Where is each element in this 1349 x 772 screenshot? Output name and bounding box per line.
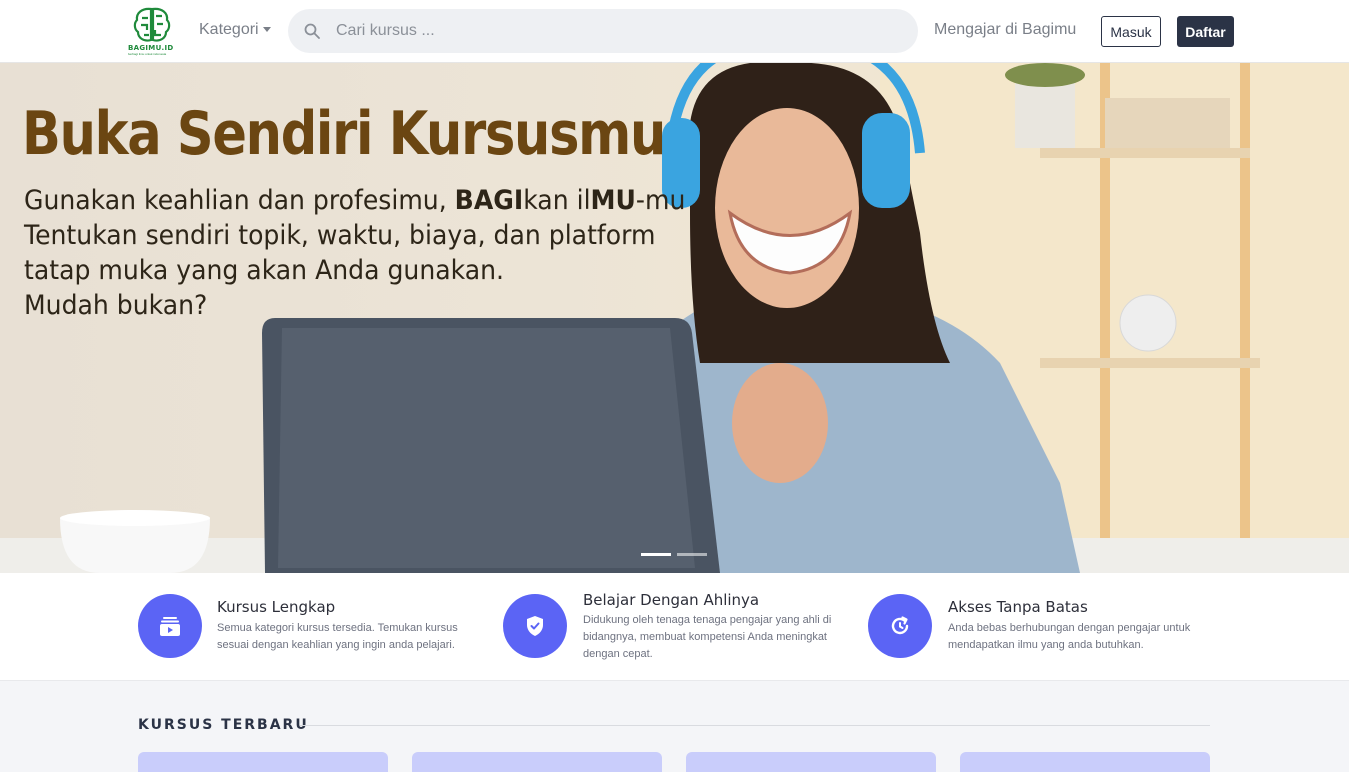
hero-line-1-part: -mu: [635, 185, 686, 216]
navbar: BAGIMU.ID berbagi ilmu untuk indonesia K…: [0, 0, 1349, 63]
hero-line-3: tatap muka yang akan Anda gunakan.: [24, 255, 505, 286]
course-card[interactable]: [138, 752, 388, 772]
course-card[interactable]: [412, 752, 662, 772]
logo[interactable]: BAGIMU.ID berbagi ilmu untuk indonesia: [128, 6, 176, 56]
feature-description: Anda bebas berhubungan dengan pengajar u…: [948, 622, 1191, 651]
search-input[interactable]: [336, 9, 896, 53]
hero-line-1: Gunakan keahlian dan profesimu, BAGIkan …: [24, 183, 685, 218]
logo-text: BAGIMU.ID: [128, 44, 174, 52]
feature-icon-circle: [868, 594, 932, 658]
hero-line-1-bold: MU: [590, 185, 636, 216]
feature-description: Semua kategori kursus tersedia. Temukan …: [217, 622, 458, 651]
feature-title: Kursus Lengkap: [217, 598, 336, 616]
hero-line-4: Mudah bukan?: [24, 290, 208, 321]
course-stack-icon: [160, 617, 180, 636]
hero-line-1-part: kan il: [523, 185, 591, 216]
section-title: KURSUS TERBARU: [138, 717, 309, 733]
carousel-indicators: [641, 543, 713, 561]
search-bar: [288, 9, 918, 53]
masuk-button[interactable]: Masuk: [1101, 16, 1161, 47]
feature-icon-circle: [138, 594, 202, 658]
brain-logo-icon: [133, 7, 171, 42]
carousel-indicator-1[interactable]: [641, 553, 671, 556]
hero-carousel: Buka Sendiri Kursusmu Gunakan keahlian d…: [0, 63, 1349, 573]
search-icon: [304, 23, 320, 39]
refresh-clock-icon: [891, 616, 909, 635]
feature-title: Akses Tanpa Batas: [948, 598, 1088, 616]
kategori-label: Kategori: [199, 21, 259, 38]
kategori-dropdown[interactable]: Kategori: [199, 21, 271, 39]
course-card[interactable]: [960, 752, 1210, 772]
hero-line-1-part: Gunakan keahlian dan profesimu,: [24, 185, 455, 216]
course-card[interactable]: [686, 752, 936, 772]
daftar-button[interactable]: Daftar: [1177, 16, 1234, 47]
feature-title: Belajar Dengan Ahlinya: [583, 591, 760, 609]
hero-title: Buka Sendiri Kursusmu: [22, 99, 666, 169]
features-bar: Kursus Lengkap Semua kategori kursus ter…: [0, 573, 1349, 681]
shield-check-icon: [527, 616, 543, 636]
caret-down-icon: [262, 27, 271, 33]
section-divider: [300, 725, 1210, 726]
feature-description: Didukung oleh tenaga tenaga pengajar yan…: [583, 614, 832, 660]
logo-tagline: berbagi ilmu untuk indonesia: [128, 52, 167, 56]
mengajar-link[interactable]: Mengajar di Bagimu: [934, 21, 1076, 39]
hero-line-2: Tentukan sendiri topik, waktu, biaya, da…: [24, 220, 656, 251]
hero-text: Gunakan keahlian dan profesimu, BAGIkan …: [24, 183, 685, 323]
feature-icon-circle: [503, 594, 567, 658]
carousel-indicator-2[interactable]: [677, 553, 707, 556]
hero-line-1-bold: BAGI: [454, 185, 524, 216]
